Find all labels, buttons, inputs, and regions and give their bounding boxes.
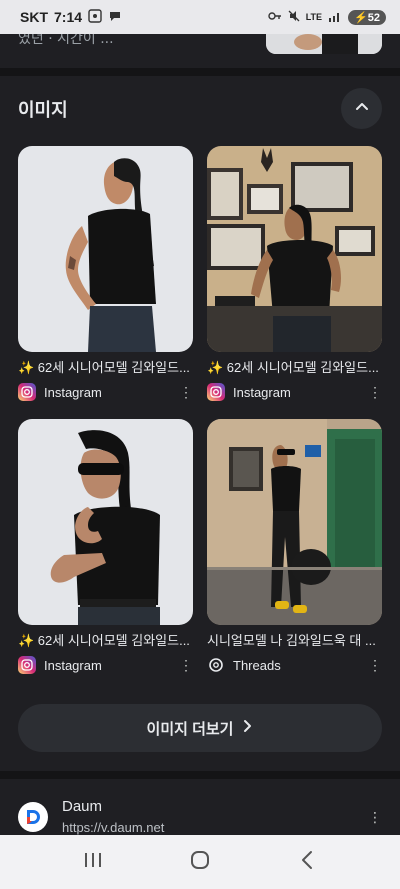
image-card[interactable]: ✨ 62세 시니어모델 김와일드... Instagram ⋮ — [18, 146, 193, 402]
battery-indicator: ⚡52 — [348, 9, 386, 25]
image-source[interactable]: Threads ⋮ — [207, 655, 382, 675]
snippet-thumbnail[interactable] — [266, 34, 382, 54]
section-divider — [0, 68, 400, 76]
result-url: https://v.daum.net — [62, 820, 165, 835]
image-thumbnail[interactable] — [207, 419, 382, 625]
source-name: Threads — [233, 657, 281, 673]
snippet-text: 였던 · 시간이 ... — [18, 34, 114, 47]
search-result[interactable]: Daum https://v.daum.net ⋮ — [0, 780, 400, 835]
mute-icon — [288, 10, 300, 25]
image-caption: 시니얼모델 나 김와일드욱 대 ... — [207, 633, 376, 648]
image-caption: ✨ 62세 시니어모델 김와일드... — [18, 633, 190, 648]
system-navigation-bar — [0, 835, 400, 889]
status-bar: SKT 7:14 LTE ⚡52 — [0, 0, 400, 34]
result-title[interactable]: Daum — [62, 798, 102, 815]
image-thumbnail[interactable] — [207, 146, 382, 352]
more-images-button[interactable]: 이미지 더보기 — [18, 704, 382, 752]
chevron-up-icon — [354, 99, 370, 119]
back-button[interactable] — [277, 842, 337, 882]
source-name: Instagram — [44, 384, 102, 400]
image-source[interactable]: Instagram ⋮ — [18, 382, 193, 402]
back-icon — [300, 850, 314, 874]
image-source[interactable]: Instagram ⋮ — [18, 655, 193, 675]
chevron-right-icon — [243, 719, 253, 737]
recent-apps-icon — [83, 851, 103, 873]
signal-icon — [328, 10, 342, 25]
images-section-title: 이미지 — [18, 100, 68, 121]
image-card[interactable]: ✨ 62세 시니어모델 김와일드... Instagram ⋮ — [18, 419, 193, 675]
search-results-scroll[interactable]: 였던 · 시간이 ... 이미지 ✨ 62세 시니어모델 김와일드... Ins… — [0, 34, 400, 835]
image-source[interactable]: Instagram ⋮ — [207, 382, 382, 402]
source-name: Instagram — [44, 657, 102, 673]
chat-icon — [108, 9, 122, 26]
more-options-icon[interactable]: ⋮ — [368, 384, 382, 401]
carrier-label: SKT — [20, 9, 48, 25]
recent-apps-button[interactable] — [63, 842, 123, 882]
battery-level: 52 — [367, 11, 380, 24]
instagram-icon — [18, 656, 36, 674]
image-caption: ✨ 62세 시니어모델 김와일드... — [18, 360, 190, 375]
instagram-icon — [18, 383, 36, 401]
image-card[interactable]: 시니얼모델 나 김와일드욱 대 ... Threads ⋮ — [207, 419, 382, 675]
key-icon — [268, 11, 282, 24]
section-divider — [0, 771, 400, 779]
screenshot-icon — [88, 8, 102, 26]
collapse-button[interactable] — [341, 88, 382, 129]
more-options-icon[interactable]: ⋮ — [368, 657, 382, 674]
home-icon — [190, 850, 210, 874]
home-button[interactable] — [170, 842, 230, 882]
image-thumbnail[interactable] — [18, 419, 193, 625]
image-caption: ✨ 62세 시니어모델 김와일드... — [207, 360, 379, 375]
instagram-icon — [207, 383, 225, 401]
network-label: LTE — [305, 12, 323, 22]
source-name: Instagram — [233, 384, 291, 400]
clock: 7:14 — [54, 9, 83, 25]
image-thumbnail[interactable] — [18, 146, 193, 352]
more-options-icon[interactable]: ⋮ — [179, 384, 193, 401]
image-card[interactable]: ✨ 62세 시니어모델 김와일드... Instagram ⋮ — [207, 146, 382, 402]
more-options-icon[interactable]: ⋮ — [179, 657, 193, 674]
more-images-label: 이미지 더보기 — [146, 720, 234, 738]
more-options-icon[interactable]: ⋮ — [368, 810, 382, 826]
daum-logo-icon — [18, 802, 48, 832]
threads-icon — [207, 656, 225, 674]
